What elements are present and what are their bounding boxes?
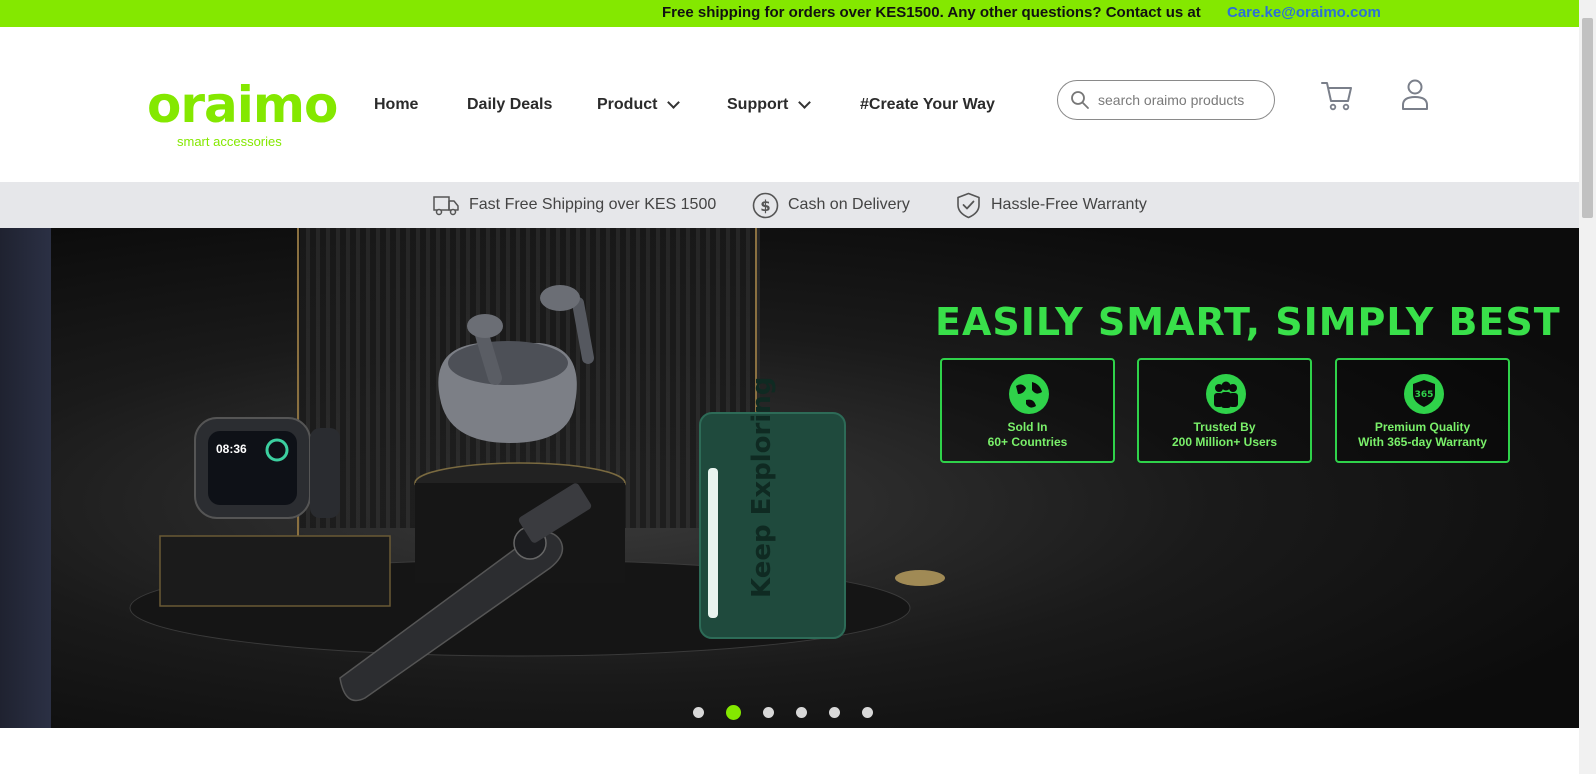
feature-warranty: Hassle-Free Warranty — [955, 182, 1147, 228]
feature-label: Fast Free Shipping over KES 1500 — [469, 196, 717, 213]
badge-trusted-by: Trusted By 200 Million+ Users — [1137, 358, 1312, 463]
hero-headline: EASILY SMART, SIMPLY BEST — [935, 300, 1561, 344]
users-icon — [1206, 374, 1246, 414]
feature-label: Hassle-Free Warranty — [991, 196, 1147, 213]
badge-line1: Premium Quality — [1374, 420, 1471, 434]
feature-cash-on-delivery: $ Cash on Delivery — [752, 182, 910, 228]
nav-home[interactable]: Home — [374, 93, 418, 117]
svg-text:Keep Exploring: Keep Exploring — [747, 377, 777, 598]
badge-line2: 200 Million+ Users — [1171, 435, 1278, 449]
nav-support[interactable]: Support — [727, 93, 812, 117]
chevron-down-icon — [667, 96, 681, 109]
logo-tagline: smart accessories — [177, 134, 282, 149]
user-icon[interactable] — [1401, 78, 1429, 110]
nav-support-label: Support — [727, 96, 789, 113]
shield-check-icon — [957, 192, 980, 218]
nav-product-label: Product — [597, 96, 658, 113]
carousel-dot-4[interactable] — [796, 706, 807, 718]
nav-create-label: #Create Your Way — [860, 96, 995, 113]
nav-daily-deals[interactable]: Daily Deals — [467, 93, 552, 117]
carousel-dot-2-active[interactable] — [726, 704, 741, 720]
warranty-365-icon: 365 — [1404, 374, 1444, 414]
carousel-dot-5[interactable] — [829, 706, 840, 718]
announcement-bar: Free shipping for orders over KES1500. A… — [0, 0, 1579, 27]
hero-side-panel — [0, 228, 51, 728]
carousel-dot-6[interactable] — [862, 706, 873, 718]
hero-banner[interactable]: 08:36 Keep Exploring EASILY SMART, SIMPL… — [0, 228, 1579, 728]
svg-text:$: $ — [760, 197, 770, 215]
chevron-down-icon — [798, 96, 812, 109]
search-box[interactable] — [1057, 80, 1275, 120]
oraimo-logo[interactable]: oraimo smart accessories — [147, 77, 338, 162]
carousel-dot-3[interactable] — [763, 706, 774, 718]
page-scrollbar[interactable] — [1579, 0, 1596, 774]
badge-line2: With 365-day Warranty — [1358, 435, 1487, 449]
badge-sold-in: Sold In 60+ Countries — [940, 358, 1115, 463]
nav-home-label: Home — [374, 96, 419, 113]
svg-text:08:36: 08:36 — [216, 442, 247, 456]
contact-email-link[interactable]: Care.ke@oraimo.com — [1227, 4, 1381, 21]
feature-strip: Fast Free Shipping over KES 1500 $ Cash … — [0, 182, 1579, 228]
announcement-text: Free shipping for orders over KES1500. A… — [662, 4, 1201, 21]
truck-icon — [433, 196, 459, 216]
search-input[interactable] — [1098, 89, 1268, 111]
feature-label: Cash on Delivery — [788, 196, 910, 213]
carousel-dots — [693, 704, 895, 720]
badge-line1: Trusted By — [1193, 420, 1256, 434]
nav-daily-deals-label: Daily Deals — [467, 96, 553, 113]
nav-product[interactable]: Product — [597, 93, 681, 117]
logo-wordmark: oraimo — [147, 76, 338, 134]
dollar-icon: $ — [752, 192, 779, 218]
nav-create-your-way[interactable]: #Create Your Way — [860, 93, 995, 117]
feature-free-shipping: Fast Free Shipping over KES 1500 — [433, 182, 716, 228]
page: Free shipping for orders over KES1500. A… — [0, 0, 1596, 774]
badge-line1: Sold In — [1007, 420, 1048, 434]
hero-products-image: 08:36 Keep Exploring — [129, 285, 945, 702]
badge-line2: 60+ Countries — [987, 435, 1068, 449]
search-icon[interactable] — [1070, 90, 1090, 110]
warranty-365-label: 365 — [1415, 390, 1434, 400]
badge-warranty: 365 Premium Quality With 365-day Warrant… — [1335, 358, 1510, 463]
carousel-dot-1[interactable] — [693, 706, 704, 718]
cart-icon[interactable] — [1320, 78, 1354, 112]
globe-icon — [1009, 374, 1049, 414]
scrollbar-thumb[interactable] — [1582, 18, 1593, 218]
